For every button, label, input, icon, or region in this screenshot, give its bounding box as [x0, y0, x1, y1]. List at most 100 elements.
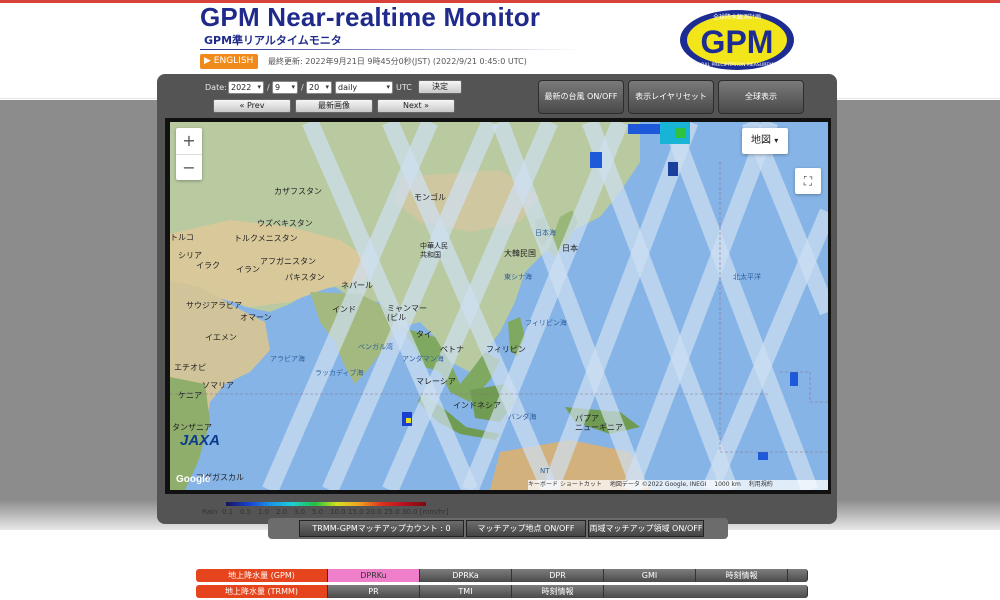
page-title: GPM Near-realtime Monitor — [200, 2, 541, 32]
trmm-product-tabs: 地上降水量 (TRMM) PR TMI 時刻情報 — [196, 585, 808, 598]
map-canvas — [170, 122, 828, 490]
map-type-label: 地図 — [751, 135, 771, 146]
zoom-control: + − — [176, 128, 202, 180]
rain-tick-label: 0.1 — [222, 508, 234, 516]
english-link[interactable]: ▶ ENGLISH — [200, 54, 258, 69]
tab-gmi[interactable]: GMI — [604, 569, 696, 582]
matchup-count: TRMM-GPMマッチアップカウント : 0 — [299, 520, 464, 537]
decide-button[interactable]: 決定 — [418, 80, 462, 94]
map-data-credit: 地図データ ©2022 Google, INEGI — [609, 481, 707, 488]
logo-top-text: 全球降水観測計画 — [713, 13, 761, 21]
tab-trmm-filler — [604, 585, 808, 598]
sea-label-arabian: アラビア海 — [270, 355, 305, 363]
jaxa-logo: JAXA — [180, 432, 221, 449]
rain-tick-label: 2.0 — [276, 508, 288, 516]
logo-bottom-text: GLOBAL PRECIPITATION MEASUREMENT — [692, 62, 783, 68]
map-label-china: 中華人民 共和国 — [420, 242, 448, 259]
month-select[interactable]: 9 ▾ — [272, 81, 298, 94]
date-label: Date: — [205, 83, 227, 92]
typhoon-toggle-button[interactable]: 最新の台風 ON/OFF — [538, 80, 624, 114]
sea-label-banda: バンダ海 — [508, 413, 537, 421]
reset-layer-button[interactable]: 表示レイヤリセット — [628, 80, 714, 114]
map-label-indonesia: インドネシア — [453, 401, 501, 410]
terms-link[interactable]: 利用規約 — [749, 481, 773, 488]
sea-label-east-china: 東シナ海 — [504, 273, 532, 281]
map-label-kenya: ケニア — [178, 391, 202, 400]
tab-pr[interactable]: PR — [328, 585, 420, 598]
sea-label-nt: NT — [540, 467, 550, 475]
tab-tmi[interactable]: TMI — [420, 585, 512, 598]
map-label-oman: オマーン — [240, 313, 272, 322]
map-type-button[interactable]: 地図 ▾ — [742, 128, 788, 154]
map-label-turkey: トルコ — [170, 233, 194, 242]
next-button[interactable]: Next » — [377, 99, 455, 113]
keyboard-shortcut-link[interactable]: キーボード ショートカット — [528, 481, 602, 488]
last-updated-text: 最終更新: 2022年9月21日 9時45分0秒(JST) (2022/9/21… — [268, 57, 527, 66]
map-label-saudi-arabia: サウジアラビア — [186, 301, 242, 310]
chevron-down-icon: ▾ — [325, 83, 329, 91]
rain-tick-label: 25.0 — [384, 508, 400, 516]
sea-label-bengal: ベンガル湾 — [358, 343, 393, 351]
matchup-points-toggle[interactable]: マッチアップ地点 ON/OFF — [466, 520, 586, 537]
tab-trmm-surface-rain[interactable]: 地上降水量 (TRMM) — [196, 585, 328, 598]
month-value: 9 — [275, 83, 281, 92]
map-label-malaysia: マレーシア — [416, 377, 456, 386]
sea-label-laccadive: ラッカディブ海 — [315, 369, 364, 377]
date-separator: / — [301, 83, 304, 92]
rain-tick-label: 20.0 — [366, 508, 382, 516]
global-view-button[interactable]: 全球表示 — [718, 80, 804, 114]
map-label-nepal: ネパール — [341, 281, 373, 290]
tab-gpm-time-info[interactable]: 時刻情報 — [696, 569, 788, 582]
rain-tick-label: 30.0 [mm/hr] — [402, 508, 449, 516]
chevron-down-icon: ▾ — [386, 83, 390, 91]
chevron-down-icon: ▾ — [774, 136, 779, 145]
sea-label-north-pacific: 北太平洋 — [733, 273, 761, 281]
gpm-logo: 全球降水観測計画 GPM GLOBAL PRECIPITATION MEASUR… — [680, 10, 794, 70]
day-value: 20 — [309, 83, 320, 92]
date-separator: / — [267, 83, 270, 92]
tab-dprku[interactable]: DPRKu — [328, 569, 420, 582]
tab-gpm-surface-rain[interactable]: 地上降水量 (GPM) — [196, 569, 328, 582]
latest-image-button[interactable]: 最新画像 — [295, 99, 373, 113]
rain-color-scale — [226, 502, 426, 506]
map-label-papua-new-guinea: パプア ニューギニア — [575, 414, 623, 432]
map-label-pakistan: パキスタン — [285, 273, 325, 282]
year-value: 2022 — [231, 83, 252, 92]
rain-legend-ticks: 0.1 0.5 1.0 2.0 3.0 5.0 10.0 15.0 20.0 25.0 30.0 [… — [222, 508, 522, 516]
tab-trmm-time-info[interactable]: 時刻情報 — [512, 585, 604, 598]
tab-dpr[interactable]: DPR — [512, 569, 604, 582]
rain-tick-label: 10.0 — [330, 508, 346, 516]
sea-label-andaman: アンダマン海 — [402, 355, 444, 363]
period-select[interactable]: daily ▾ — [335, 81, 393, 94]
year-select[interactable]: 2022 ▾ — [228, 81, 264, 94]
chevron-down-icon: ▾ — [291, 83, 295, 91]
utc-label: UTC — [396, 83, 412, 92]
precipitation-map[interactable]: カザフスタン モンゴル ウズベキスタン トルクメニスタン 中華人民 共和国 大韓… — [170, 122, 828, 490]
tab-gpm-end-cap — [788, 569, 808, 582]
map-label-ethiopia: エチオピ — [174, 363, 206, 372]
rain-tick-label: 0.5 — [240, 508, 252, 516]
map-label-kazakhstan: カザフスタン — [274, 187, 322, 196]
rain-legend-label: Rain — [202, 508, 218, 516]
map-label-japan: 日本 — [562, 244, 578, 253]
zoom-in-button[interactable]: + — [176, 128, 202, 154]
page-subtitle: GPM準リアルタイムモニタ — [204, 34, 342, 47]
map-label-iraq: イラク — [196, 261, 220, 270]
rain-tick-label: 1.0 — [258, 508, 270, 516]
google-logo: Google — [176, 474, 211, 485]
day-select[interactable]: 20 ▾ — [306, 81, 332, 94]
map-label-afghanistan: アフガニスタン — [260, 257, 316, 266]
fullscreen-icon[interactable]: ⛶ — [795, 168, 821, 194]
logo-text: GPM — [701, 24, 774, 60]
map-label-myanmar: ミャンマー (ビル — [387, 304, 427, 322]
period-value: daily — [338, 83, 358, 92]
rain-tick-label: 3.0 — [294, 508, 306, 516]
map-attribution: キーボード ショートカット 地図データ ©2022 Google, INEGI … — [528, 480, 828, 490]
gpm-product-tabs: 地上降水量 (GPM) DPRKu DPRKa DPR GMI 時刻情報 — [196, 569, 808, 582]
map-label-korea: 大韓民国 — [504, 249, 536, 258]
matchup-area-toggle[interactable]: 両域マッチアップ領域 ON/OFF — [588, 520, 704, 537]
zoom-out-button[interactable]: − — [176, 155, 202, 181]
prev-button[interactable]: « Prev — [213, 99, 291, 113]
map-label-uzbekistan: ウズベキスタン — [257, 219, 313, 228]
tab-dprka[interactable]: DPRKa — [420, 569, 512, 582]
